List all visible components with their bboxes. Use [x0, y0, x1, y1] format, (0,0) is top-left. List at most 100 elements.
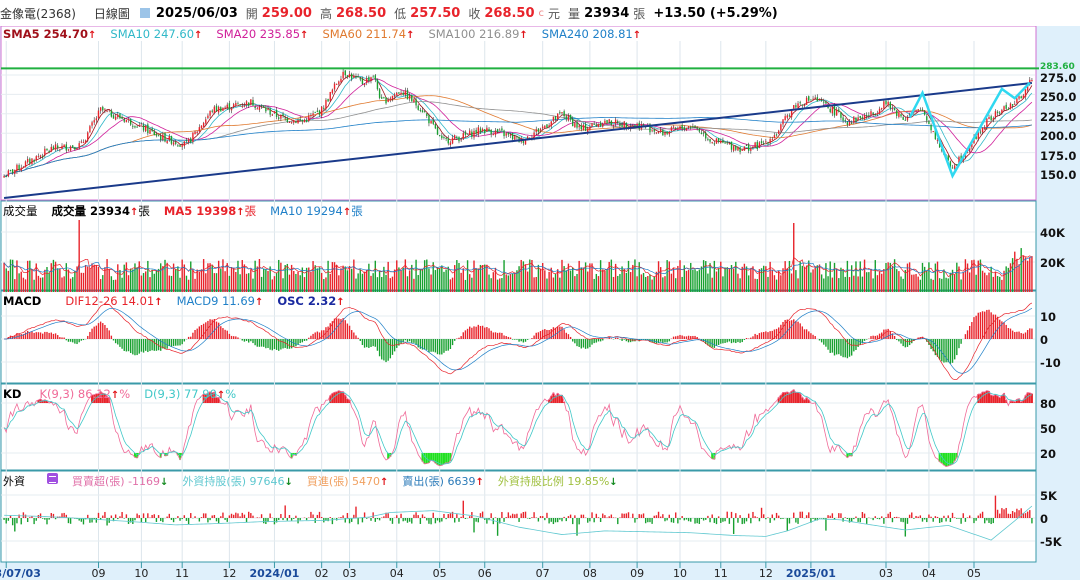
- volume-bar: [860, 261, 861, 292]
- volume-bar: [598, 276, 599, 292]
- net-buy-sell-bar: [894, 517, 895, 518]
- candle: [866, 115, 867, 116]
- volume-bar: [664, 276, 665, 292]
- volume-bar: [626, 273, 627, 292]
- volume-bar: [302, 267, 303, 292]
- candle: [471, 132, 472, 137]
- volume-bar: [315, 265, 316, 292]
- candle: [602, 124, 603, 127]
- price-panel: [1, 26, 1036, 200]
- net-buy-sell-bar: [943, 516, 944, 518]
- osc-bar: [806, 329, 807, 339]
- volume-bar: [372, 273, 373, 292]
- volume-bar: [645, 277, 646, 292]
- osc-bar: [100, 322, 101, 339]
- volume-bar: [776, 280, 777, 292]
- osc-bar: [540, 331, 541, 339]
- net-buy-sell-bar: [727, 512, 728, 518]
- candle: [336, 84, 337, 85]
- volume-bar: [400, 270, 401, 292]
- net-buy-sell-bar: [709, 518, 710, 522]
- macd-panel-title: MACD: [3, 294, 41, 308]
- overbought-mark: [336, 392, 338, 403]
- candle: [207, 116, 208, 119]
- candle: [694, 126, 695, 127]
- net-buy-sell-bar: [787, 518, 788, 531]
- osc-bar: [375, 339, 376, 347]
- net-buy-sell-bar: [205, 513, 206, 518]
- candle: [218, 107, 219, 113]
- volume-bar: [780, 275, 781, 292]
- volume-value: 23934: [584, 6, 629, 21]
- candle: [145, 126, 146, 131]
- volume-bar: [115, 280, 116, 292]
- volume-bar: [443, 272, 444, 292]
- osc-bar: [29, 332, 30, 339]
- candle: [834, 105, 835, 115]
- candle: [664, 133, 665, 135]
- candle: [636, 124, 637, 126]
- net-buy-sell-bar: [757, 517, 758, 518]
- volume-bar: [89, 268, 90, 292]
- volume-bar: [999, 277, 1000, 292]
- osc-bar: [124, 339, 125, 351]
- osc-bar: [33, 333, 34, 339]
- osc-bar: [482, 326, 483, 339]
- net-buy-sell-bar: [990, 518, 991, 524]
- menu-icon[interactable]: [47, 473, 58, 484]
- candle: [31, 159, 32, 165]
- osc-bar: [445, 339, 446, 351]
- osc-bar: [21, 334, 22, 339]
- osc-bar: [986, 310, 987, 339]
- volume-bar: [100, 279, 101, 292]
- volume-bar: [572, 268, 573, 292]
- osc-bar: [823, 339, 824, 345]
- candle: [671, 127, 672, 131]
- volume-bar: [441, 265, 442, 292]
- osc-bar: [413, 339, 414, 343]
- stock-chart[interactable]: [0, 0, 1080, 577]
- osc-bar: [136, 339, 137, 355]
- calendar-icon[interactable]: [140, 8, 150, 18]
- volume-bar: [387, 262, 388, 292]
- volume-bar: [540, 269, 541, 292]
- osc-bar: [791, 320, 792, 339]
- volume-bar: [126, 262, 127, 292]
- osc-bar: [156, 339, 157, 351]
- net-buy-sell-bar: [14, 518, 15, 531]
- volume-bar: [993, 277, 994, 292]
- volume-bar: [478, 268, 479, 292]
- net-buy-sell-bar: [954, 517, 955, 518]
- osc-bar: [48, 333, 49, 339]
- volume-bar: [109, 269, 110, 292]
- candle: [385, 97, 386, 103]
- net-buy-sell-bar: [789, 518, 790, 524]
- net-buy-sell-bar: [121, 512, 122, 518]
- candle: [308, 115, 309, 121]
- osc-bar: [611, 338, 612, 339]
- candle: [291, 122, 292, 123]
- osc-bar: [334, 319, 335, 339]
- net-buy-sell-bar: [911, 512, 912, 518]
- net-buy-sell-bar: [892, 518, 893, 522]
- osc-bar: [583, 339, 584, 348]
- osc-bar: [368, 339, 369, 348]
- osc-bar: [896, 339, 897, 340]
- net-buy-sell-bar: [295, 516, 296, 518]
- osc-bar: [428, 339, 429, 352]
- volume-bar: [242, 260, 243, 292]
- net-buy-sell-bar: [948, 515, 949, 518]
- volume-bar: [171, 276, 172, 292]
- volume-bar: [969, 272, 970, 292]
- osc-bar: [68, 339, 69, 342]
- candle: [57, 146, 58, 149]
- candle: [703, 133, 704, 134]
- candle: [72, 145, 73, 147]
- volume-bar: [986, 275, 987, 292]
- osc-bar: [242, 339, 243, 340]
- candle: [126, 120, 127, 122]
- net-buy-sell-bar: [720, 518, 721, 523]
- kd-tick-label: 20: [1040, 447, 1056, 461]
- osc-bar: [827, 339, 828, 350]
- osc-bar: [810, 333, 811, 339]
